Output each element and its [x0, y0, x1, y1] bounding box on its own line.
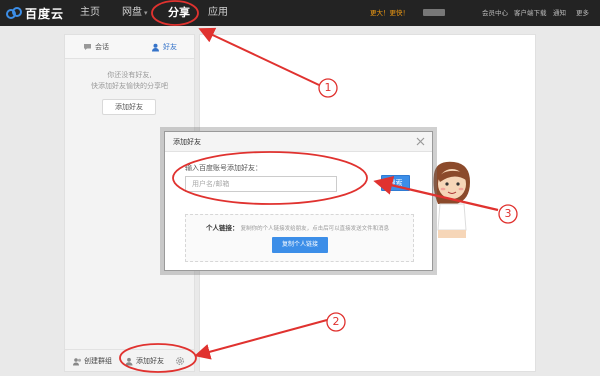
nav-apps[interactable]: 应用	[208, 0, 228, 26]
tab-friends[interactable]: 好友	[151, 35, 177, 59]
baidu-cloud-logo[interactable]: 百度云	[6, 5, 64, 21]
chevron-down-icon: ▾	[144, 9, 148, 17]
annotation-number-3: 3	[504, 207, 512, 220]
account-input-label: 输入百度账号添加好友：	[185, 164, 262, 172]
tab-conversations-label: 会话	[95, 43, 109, 51]
add-friend-dialog: 添加好友 输入百度账号添加好友： 用户名/邮箱 搜索 个人链接： 复制你的个人链…	[164, 131, 433, 271]
tab-conversations[interactable]: 会话	[83, 35, 109, 59]
chat-bubble-icon	[84, 44, 91, 50]
client-download-link[interactable]: 客户端下载	[514, 0, 547, 26]
more-link[interactable]: 更多	[576, 0, 589, 26]
nav-netdisk[interactable]: 网盘 ▾	[122, 0, 148, 26]
tab-friends-label: 好友	[163, 43, 177, 51]
nav-home[interactable]: 主页	[80, 0, 100, 26]
add-friend-button[interactable]: 添加好友	[102, 99, 156, 115]
settings-button[interactable]	[175, 350, 185, 372]
empty-state-line-2: 快添加好友愉快的分享吧	[91, 82, 168, 90]
dialog-title: 添加好友	[165, 132, 432, 152]
vip-promo-link[interactable]: 更大！更快！	[370, 0, 409, 26]
add-person-icon	[125, 357, 133, 365]
personal-link-title: 个人链接：	[206, 224, 239, 232]
nav-netdisk-label: 网盘	[122, 7, 142, 18]
member-center-link[interactable]: 会员中心	[482, 0, 508, 26]
group-icon	[73, 357, 81, 365]
person-icon	[152, 43, 159, 51]
top-navigation-bar: 百度云 主页 网盘 ▾ 分享 应用 更大！更快！ 会员中心 客户端下载 通知 更多	[0, 0, 600, 26]
search-button[interactable]: 搜索	[381, 175, 410, 191]
mascot-illustration	[432, 160, 472, 240]
personal-link-description: 复制你的个人链接发给朋友，点击后可以直接发送文件和消息	[240, 226, 390, 232]
copy-personal-link-button[interactable]: 复制个人链接	[272, 237, 328, 253]
gear-icon	[175, 356, 185, 366]
cloud-logo-icon	[6, 5, 22, 21]
close-icon[interactable]	[415, 136, 426, 147]
sidebar-tabs: 会话 好友	[65, 35, 194, 59]
create-group-button[interactable]: 创建群组	[73, 350, 112, 372]
logo-text: 百度云	[25, 6, 65, 21]
sidebar-footer: 创建群组 添加好友	[65, 349, 194, 371]
footer-add-friend-label: 添加好友	[136, 357, 164, 365]
empty-state-line-1: 你还没有好友,	[107, 71, 152, 79]
personal-link-box: 个人链接： 复制你的个人链接发给朋友，点击后可以直接发送文件和消息 复制个人链接	[185, 214, 414, 262]
personal-link-text: 个人链接： 复制你的个人链接发给朋友，点击后可以直接发送文件和消息	[206, 222, 389, 232]
footer-add-friend-button[interactable]: 添加好友	[125, 350, 164, 372]
create-group-label: 创建群组	[84, 357, 112, 365]
annotation-number-2: 2	[332, 315, 340, 328]
annotation-number-1: 1	[324, 81, 332, 94]
username-email-input[interactable]: 用户名/邮箱	[185, 176, 337, 192]
nav-share[interactable]: 分享	[168, 0, 190, 26]
username-redacted[interactable]	[423, 9, 445, 16]
notifications-link[interactable]: 通知	[553, 0, 566, 26]
